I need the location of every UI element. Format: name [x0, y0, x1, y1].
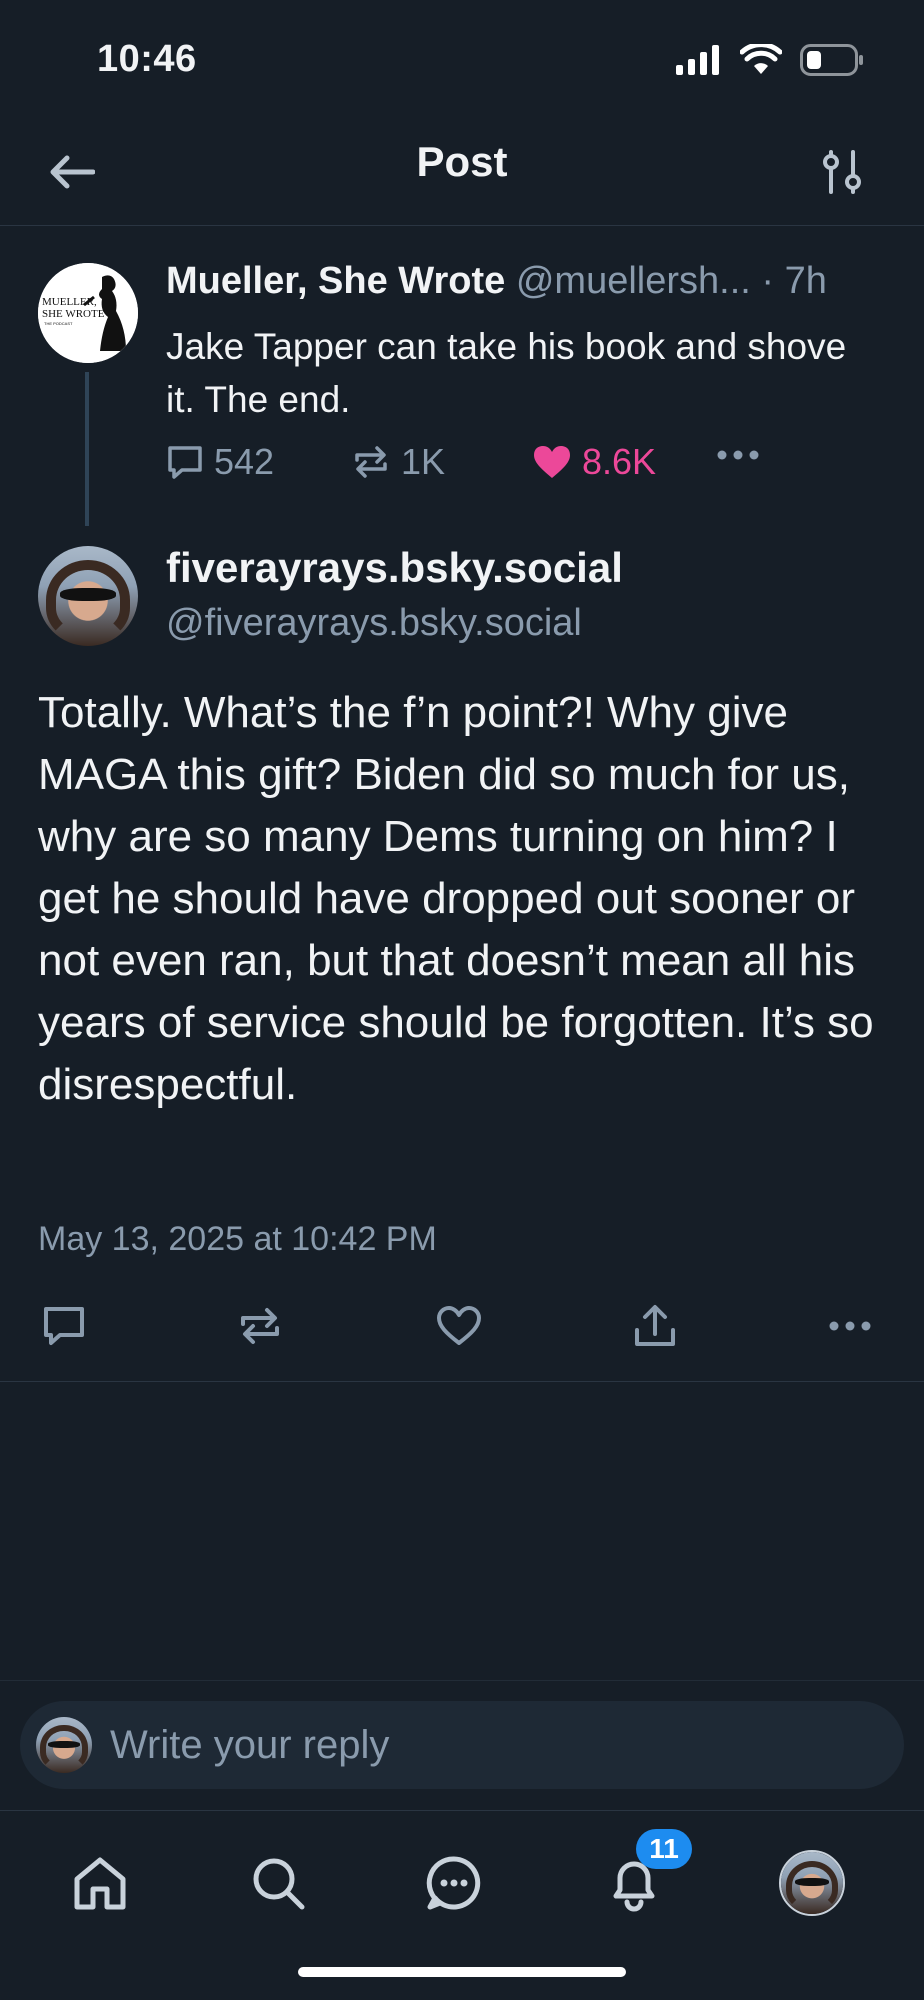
main-post-actions — [0, 1296, 924, 1356]
comment-icon — [168, 446, 202, 479]
tab-profile[interactable] — [772, 1843, 852, 1923]
main-post-text: Totally. What’s the f’n point?! Why give… — [38, 688, 874, 1109]
reply-composer-bar: Write your reply — [0, 1680, 924, 1810]
signal-icon — [676, 45, 722, 80]
sliders-icon — [823, 150, 861, 194]
share-icon — [635, 1305, 675, 1346]
profile-avatar — [779, 1850, 845, 1916]
status-bar: 10:46 — [0, 0, 924, 120]
parent-author-handle[interactable]: @muellersh... — [516, 260, 751, 302]
status-time: 10:46 — [97, 38, 197, 80]
main-post-timestamp: May 13, 2025 at 10:42 PM — [38, 1220, 437, 1258]
top-navigation-bar: Post — [0, 120, 924, 226]
main-author-handle[interactable]: @fiverayrays.bsky.social — [166, 602, 582, 645]
repost-icon — [355, 446, 387, 478]
tab-chat[interactable] — [414, 1843, 494, 1923]
wifi-icon — [739, 42, 783, 81]
reply-placeholder: Write your reply — [110, 1723, 390, 1767]
main-author-name[interactable]: fiverayrays.bsky.social — [166, 544, 623, 592]
notifications-badge: 11 — [636, 1829, 692, 1869]
home-icon — [74, 1857, 126, 1910]
tab-search[interactable] — [238, 1843, 318, 1923]
search-icon — [253, 1858, 305, 1910]
home-indicator — [298, 1967, 626, 1977]
parent-post-time: · 7h — [761, 260, 827, 302]
main-like-button[interactable] — [429, 1296, 489, 1356]
svg-text:SHE WROTE: SHE WROTE — [42, 308, 105, 320]
main-share-button[interactable] — [625, 1296, 685, 1356]
parent-post-actions: 542 1K 8.6K — [166, 441, 766, 491]
focused-post: fiverayrays.bsky.social @fiverayrays.bsk… — [0, 526, 924, 1382]
heart-icon — [437, 1306, 481, 1345]
tab-home[interactable] — [60, 1843, 140, 1923]
main-more-button[interactable] — [820, 1296, 880, 1356]
main-repost-button[interactable] — [230, 1296, 290, 1356]
parent-post-text: Jake Tapper can take his book and shove … — [166, 326, 847, 420]
parent-repost-button[interactable]: 1K — [351, 441, 445, 483]
battery-icon — [800, 44, 864, 81]
main-reply-button[interactable] — [34, 1296, 94, 1356]
parent-author-name[interactable]: Mueller, She Wrote — [166, 260, 505, 302]
parent-like-count: 8.6K — [582, 441, 657, 482]
reply-input[interactable]: Write your reply — [20, 1701, 904, 1789]
thread-settings-button[interactable] — [812, 142, 872, 202]
current-user-avatar — [36, 1717, 92, 1773]
page-title: Post — [416, 138, 508, 185]
parent-post[interactable]: MUELLER, SHE WROTE THE PODCAST Mueller, … — [0, 226, 924, 526]
more-icon — [717, 450, 759, 460]
heart-icon — [534, 446, 570, 478]
more-icon — [829, 1321, 871, 1331]
parent-post-header: Mueller, She Wrote @muellersh... · 7h — [166, 260, 896, 303]
post-screen: 10:46 Post MUELLER, SHE WROTE THE PODCAS… — [0, 0, 924, 2000]
status-icons — [676, 42, 864, 81]
main-author-avatar[interactable] — [38, 546, 138, 646]
parent-reply-count: 542 — [214, 441, 275, 482]
svg-text:THE PODCAST: THE PODCAST — [44, 321, 73, 326]
repost-icon — [241, 1308, 279, 1344]
parent-repost-count: 1K — [401, 441, 446, 482]
parent-reply-button[interactable]: 542 — [166, 441, 274, 483]
thread-connector-line — [85, 372, 89, 526]
comment-icon — [44, 1307, 84, 1345]
parent-more-button[interactable] — [716, 449, 760, 461]
parent-author-avatar[interactable]: MUELLER, SHE WROTE THE PODCAST — [38, 263, 138, 363]
parent-like-button[interactable]: 8.6K — [532, 441, 656, 483]
chat-icon — [426, 1856, 481, 1910]
